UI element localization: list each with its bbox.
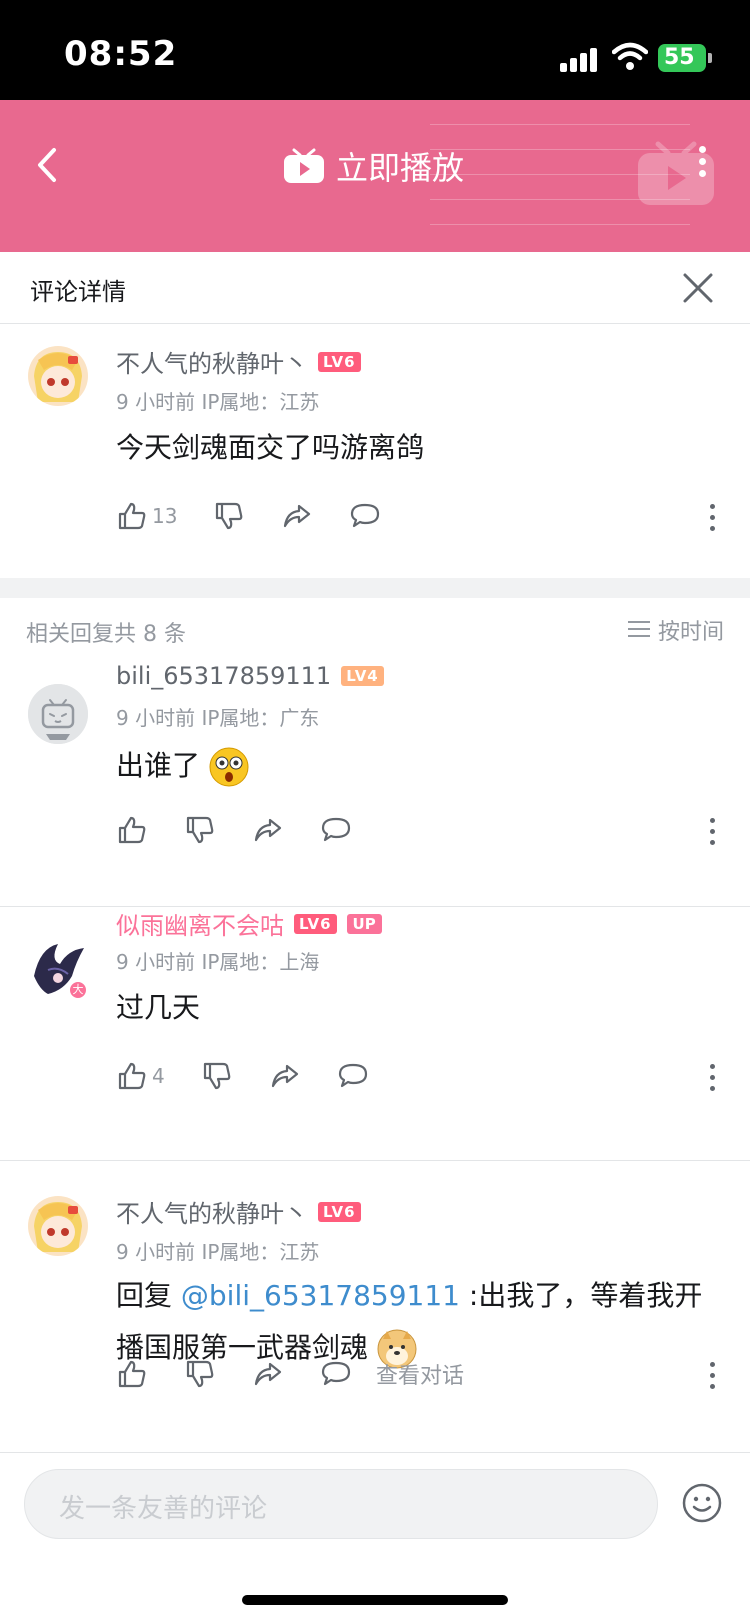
comment-detail-title: 评论详情 [30, 278, 126, 306]
comment-bubble-icon [321, 1361, 351, 1386]
status-bar: 08:52 55 [0, 0, 750, 100]
status-time: 08:52 [64, 34, 178, 74]
battery-tip [708, 53, 712, 63]
battery-level: 55 [664, 45, 695, 70]
avatar[interactable] [28, 684, 88, 744]
reply-prefix: 回复 [116, 1279, 181, 1312]
dislike-button[interactable] [201, 1058, 233, 1094]
level-badge: LV6 [318, 351, 361, 372]
battery-icon: 55 [658, 44, 706, 72]
comment-actions: 13 [116, 498, 417, 534]
share-button[interactable] [269, 1058, 301, 1094]
like-button[interactable] [116, 1356, 148, 1392]
tv-icon [284, 148, 324, 183]
more-options-icon[interactable] [710, 504, 716, 536]
comment-bubble-icon [338, 1063, 367, 1088]
more-options-icon[interactable] [710, 818, 716, 850]
like-button[interactable]: 13 [116, 498, 177, 534]
share-icon [254, 1362, 282, 1386]
like-button[interactable]: 4 [116, 1058, 165, 1094]
username[interactable]: bili_65317859111 [116, 662, 331, 690]
dislike-button[interactable] [184, 1356, 216, 1392]
view-conversation-link[interactable]: 查看对话 [376, 1358, 464, 1390]
home-indicator [242, 1595, 508, 1605]
share-button[interactable] [252, 1356, 284, 1392]
thumbs-down-icon [203, 1062, 231, 1090]
like-count: 4 [152, 1064, 165, 1088]
username[interactable]: 似雨幽离不会咕 [116, 906, 284, 941]
reply-button[interactable] [337, 1058, 369, 1094]
avatar[interactable] [28, 1196, 88, 1256]
more-options-icon[interactable] [710, 1362, 716, 1394]
comment-meta: 9 小时前 IP属地：上海 [116, 950, 320, 974]
play-now-button[interactable]: 立即播放 [282, 142, 464, 190]
level-badge: LV6 [318, 1201, 361, 1222]
comment-actions: 查看对话 [116, 1356, 464, 1392]
comment-text: 出谁了 [116, 749, 201, 782]
sort-button[interactable]: 按时间 [627, 614, 724, 646]
sort-label: 按时间 [657, 620, 724, 645]
comment-input-placeholder: 发一条友善的评论 [59, 1494, 268, 1524]
close-icon[interactable] [680, 270, 716, 306]
reply-button[interactable] [320, 1356, 352, 1392]
thumbs-down-icon [216, 502, 243, 530]
dislike-button[interactable] [213, 498, 245, 534]
dislike-button[interactable] [184, 812, 216, 848]
comment-input[interactable]: 发一条友善的评论 [24, 1469, 658, 1539]
share-icon [284, 504, 311, 528]
reply-item: 大 似雨幽离不会咕 LV6 UP 9 小时前 IP属地：上海 过几天 4 [0, 906, 750, 1160]
section-gap [0, 578, 750, 598]
username[interactable]: 不人气的秋静叶丶 [116, 1194, 308, 1229]
thumbs-up-icon [118, 1360, 146, 1388]
thumbs-down-icon [186, 816, 214, 844]
signal-icon [560, 46, 600, 72]
comment-content: 出谁了 [116, 740, 710, 792]
root-comment: 不人气的秋静叶丶 LV6 9 小时前 IP属地：江苏 今天剑魂面交了吗游离鸽 1… [0, 324, 750, 578]
reply-button[interactable] [349, 498, 381, 534]
avatar[interactable]: 大 [28, 940, 88, 1000]
comment-content: 过几天 [116, 991, 201, 1024]
thumbs-up-icon [118, 816, 146, 844]
mention-link[interactable]: @bili_65317859111 [181, 1279, 460, 1312]
video-header[interactable]: 立即播放 [0, 100, 750, 252]
more-icon[interactable] [696, 146, 708, 186]
share-icon [254, 818, 282, 842]
reply-count: 相关回复共 8 条 [26, 622, 186, 647]
shocked-emoji-icon [209, 747, 249, 787]
reply-item: 不人气的秋静叶丶 LV6 9 小时前 IP属地：江苏 回复 @bili_6531… [0, 1160, 750, 1452]
comment-detail-bar: 评论详情 [0, 252, 750, 324]
level-badge: LV4 [341, 666, 384, 686]
back-icon[interactable] [28, 140, 68, 190]
more-options-icon[interactable] [710, 1064, 716, 1096]
username[interactable]: 不人气的秋静叶丶 [116, 344, 308, 379]
comment-actions [116, 812, 388, 848]
comment-actions: 4 [116, 1058, 405, 1094]
like-button[interactable] [116, 812, 148, 848]
thumbs-up-icon [118, 1062, 146, 1090]
share-icon [271, 1064, 298, 1088]
comment-meta: 9 小时前 IP属地：江苏 [116, 1240, 320, 1264]
comment-meta: 9 小时前 IP属地：广东 [116, 706, 320, 730]
comment-input-bar: 发一条友善的评论 [0, 1452, 750, 1624]
up-badge: UP [346, 913, 382, 934]
play-now-label: 立即播放 [336, 149, 465, 187]
comment-meta: 9 小时前 IP属地：江苏 [116, 390, 320, 414]
comment-content: 今天剑魂面交了吗游离鸽 [116, 431, 425, 464]
reply-item: bili_65317859111 LV4 9 小时前 IP属地：广东 出谁了 [0, 662, 750, 906]
vip-badge-icon: 大 [68, 980, 88, 1000]
thumbs-down-icon [186, 1360, 214, 1388]
reply-button[interactable] [320, 812, 352, 848]
replies-header: 相关回复共 8 条 按时间 [0, 598, 750, 662]
comment-bubble-icon [321, 817, 351, 842]
like-count: 13 [152, 504, 178, 528]
share-button[interactable] [281, 498, 313, 534]
avatar[interactable] [28, 346, 88, 406]
comment-bubble-icon [351, 503, 380, 528]
share-button[interactable] [252, 812, 284, 848]
emoji-icon[interactable] [682, 1483, 722, 1523]
wifi-icon [612, 42, 648, 70]
sort-icon [627, 621, 650, 639]
level-badge: LV6 [294, 913, 337, 934]
thumbs-up-icon [118, 502, 146, 530]
